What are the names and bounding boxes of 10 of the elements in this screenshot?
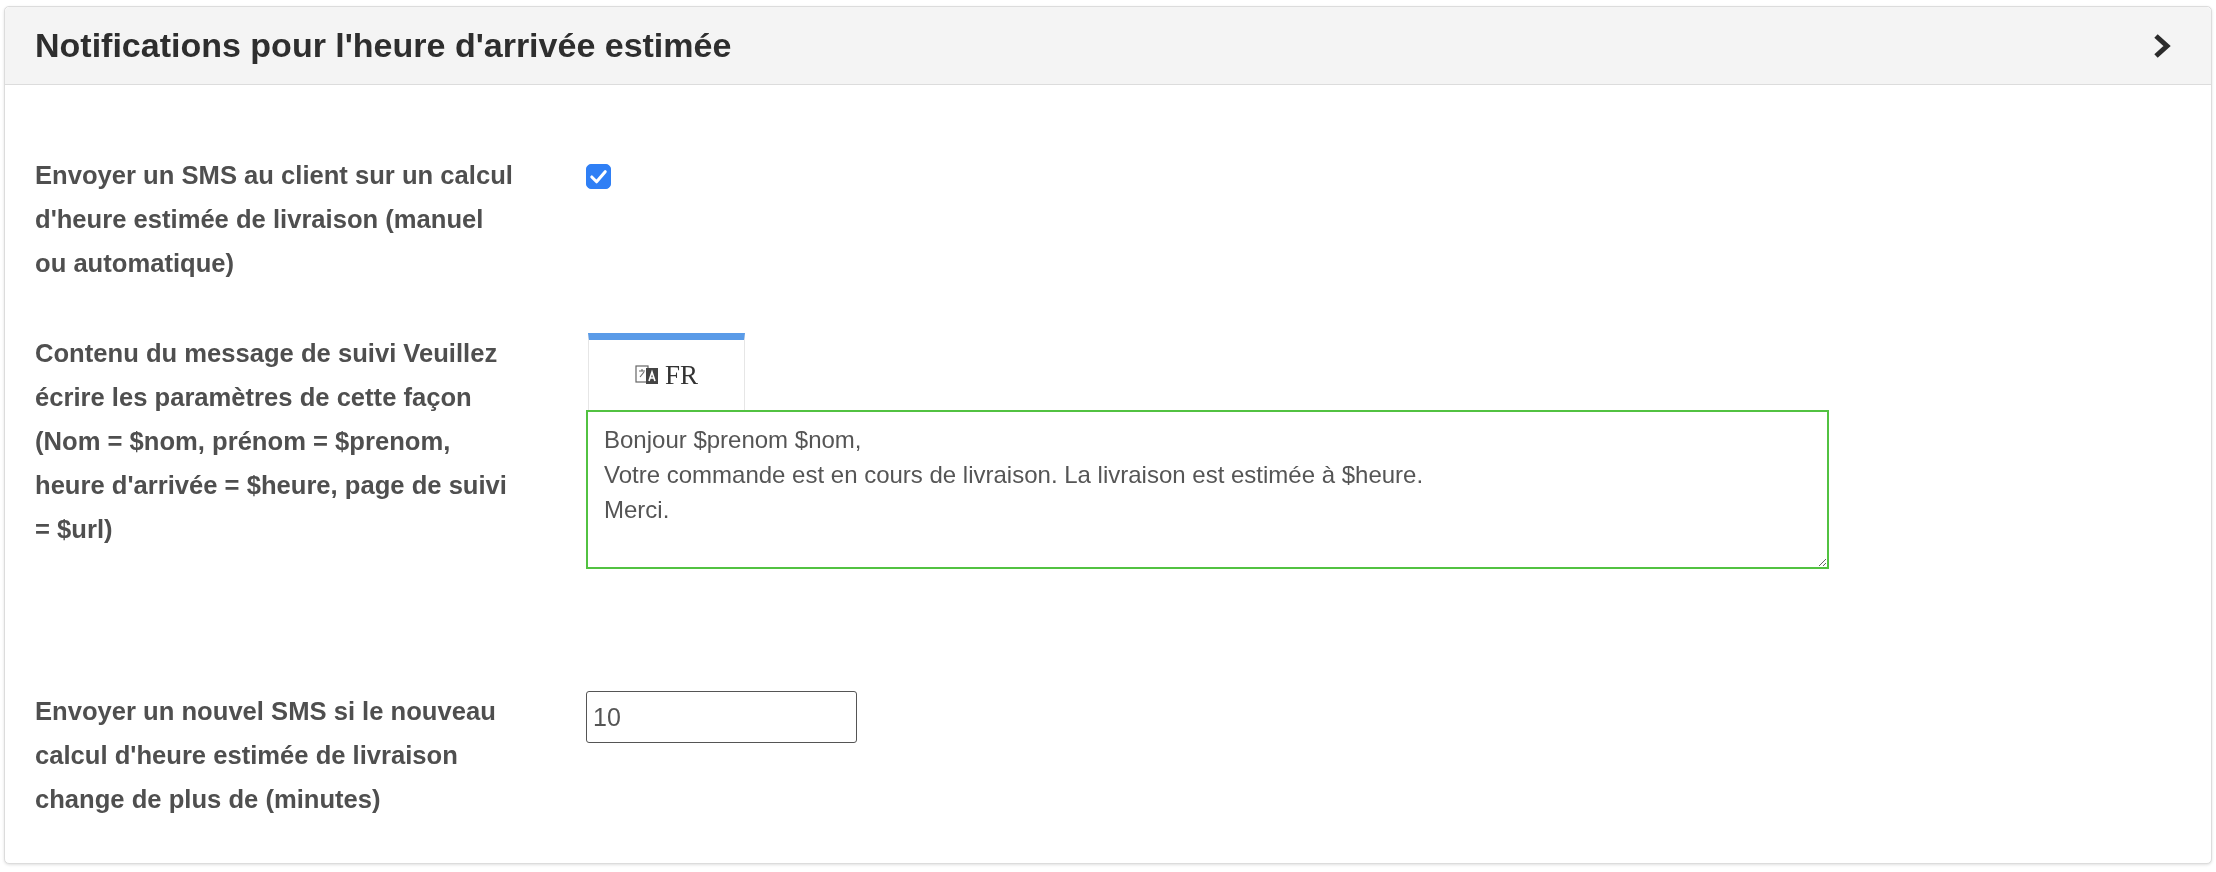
panel-title: Notifications pour l'heure d'arrivée estimée	[35, 26, 732, 65]
chevron-right-icon[interactable]	[2153, 32, 2171, 59]
field-label: Envoyer un nouvel SMS si le nouveau calcul d'heure estimée de livraison change de plus de (minutes)	[35, 696, 497, 815]
language-tab[interactable]: FR	[588, 333, 745, 410]
message-textarea[interactable]: Bonjour $prenom $nom, Votre commande est en cours de livraison. La livraison est estimée à $heure. Merci.	[586, 410, 1829, 569]
checkbox[interactable]	[586, 164, 611, 189]
field-label: Envoyer un SMS au client sur un calcul d'heure estimée de livraison (manuel ou automatique)	[35, 160, 514, 279]
minutes-input[interactable]: 10	[586, 691, 857, 743]
field-label: Contenu du message de suivi Veuillez écrire les paramètres de cette façon (Nom = $nom, prénom = $prenom, heure d'arrivée = $heure, page de suivi = $url)	[35, 338, 508, 545]
translate-icon	[635, 363, 659, 387]
